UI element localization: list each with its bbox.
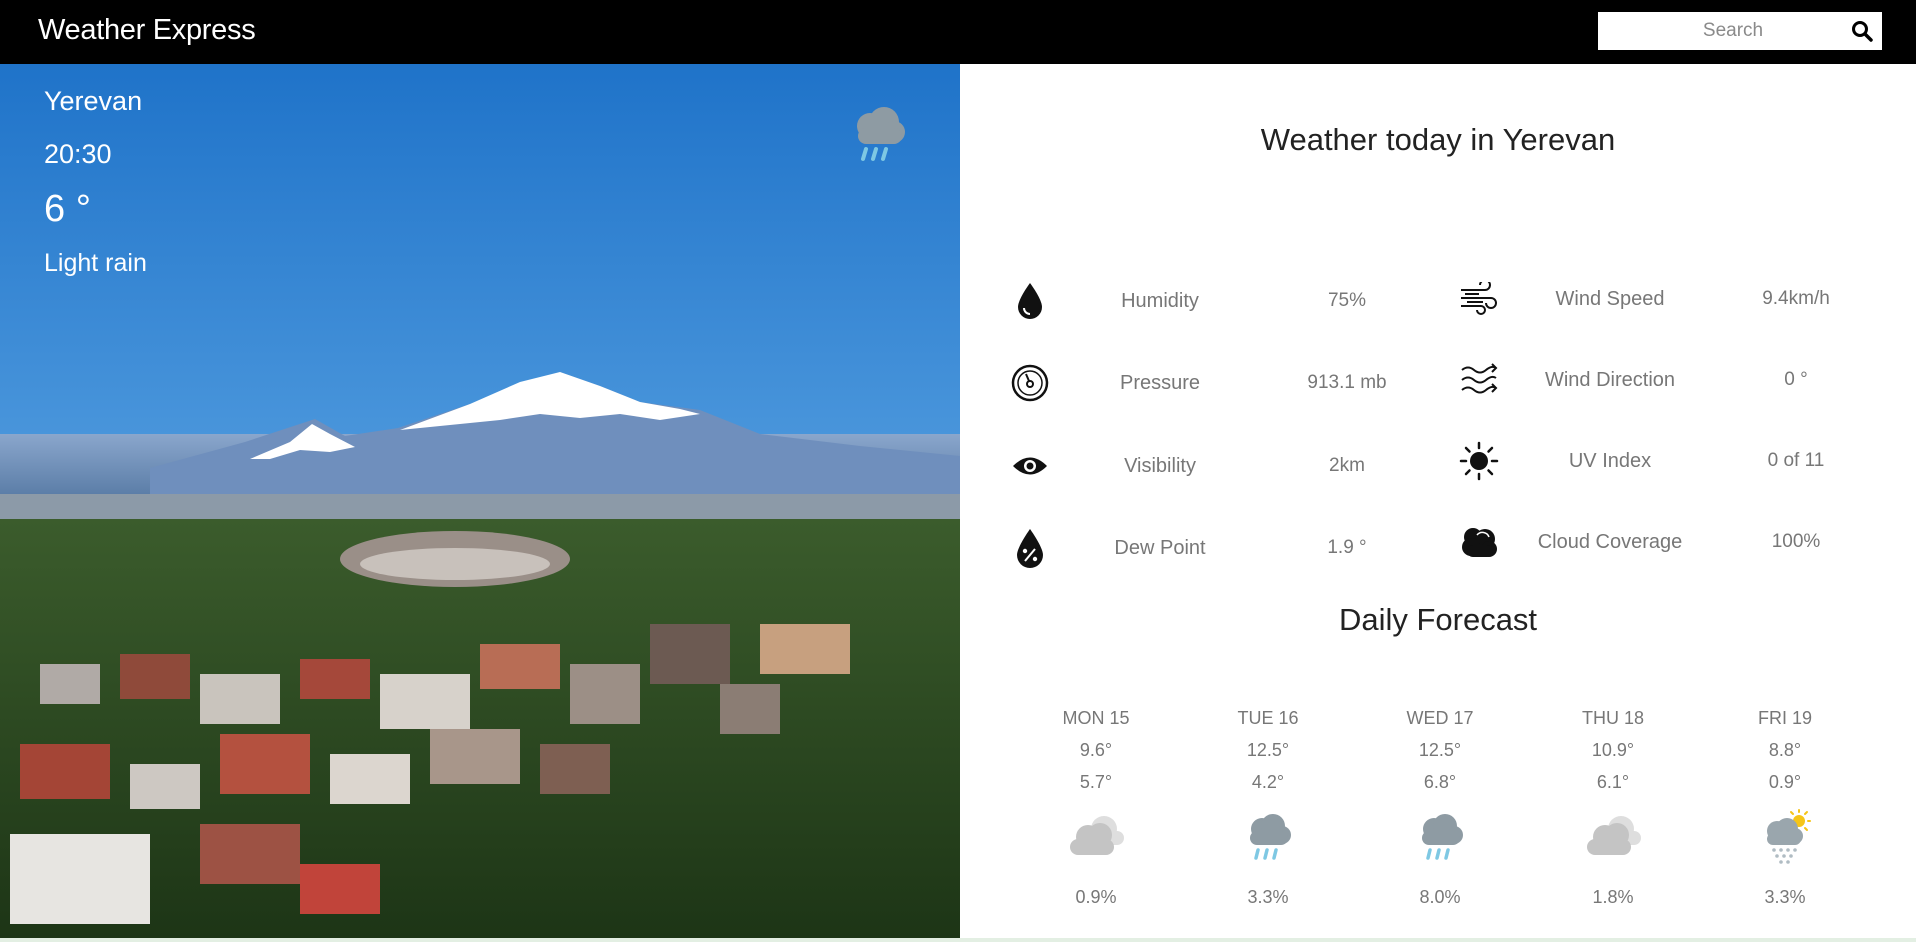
stat-value: 0 of 11 bbox=[1767, 450, 1825, 471]
forecast-precip: 8.0% bbox=[1419, 887, 1461, 907]
brand-logo[interactable]: Weather Express bbox=[38, 14, 256, 47]
stat-value: 913.1 mb bbox=[1307, 372, 1387, 393]
rain-cloud-icon bbox=[848, 104, 908, 171]
stat-value: 0 ° bbox=[1784, 369, 1808, 390]
forecast-day-name: THU 18 bbox=[1581, 708, 1644, 728]
stat-label: Visibility bbox=[1124, 454, 1196, 477]
forecast-day-name: FRI 19 bbox=[1757, 708, 1813, 728]
rain-cloud-icon bbox=[1408, 809, 1472, 865]
wind-icon bbox=[1457, 277, 1501, 321]
stat-value: 75% bbox=[1327, 290, 1367, 311]
forecast-high: 12.5° bbox=[1246, 740, 1290, 760]
daily-forecast-title: Daily Forecast bbox=[1338, 602, 1538, 637]
local-time: 20:30 bbox=[44, 139, 112, 169]
stat-label: Wind Direction bbox=[1544, 368, 1676, 391]
details-title: Weather today in Yerevan bbox=[1260, 122, 1616, 157]
page-bottom-border bbox=[0, 938, 1916, 942]
sun-icon bbox=[1457, 439, 1501, 483]
top-bar: Weather Express bbox=[0, 0, 1916, 64]
forecast-precip: 1.8% bbox=[1592, 887, 1634, 907]
cloudy-icon bbox=[1581, 809, 1645, 865]
dew-point-icon bbox=[1008, 526, 1052, 570]
forecast-day: WED 17 12.5° 6.8° 8.0% bbox=[1360, 708, 1520, 908]
snow-sun-icon bbox=[1753, 809, 1817, 865]
stat-label: Cloud Coverage bbox=[1537, 530, 1683, 553]
droplet-icon bbox=[1008, 279, 1052, 323]
city-name: Yerevan bbox=[44, 86, 143, 116]
wind-direction-icon bbox=[1457, 358, 1501, 402]
forecast-day: MON 15 9.6° 5.7° 0.9% bbox=[1016, 708, 1176, 908]
forecast-day-name: WED 17 bbox=[1406, 708, 1474, 728]
stat-value: 2km bbox=[1329, 455, 1365, 476]
search-icon[interactable] bbox=[1850, 19, 1874, 43]
stat-value: 9.4km/h bbox=[1762, 288, 1830, 309]
forecast-day-name: MON 15 bbox=[1062, 708, 1130, 728]
forecast-day-name: TUE 16 bbox=[1237, 708, 1299, 728]
stat-value: 100% bbox=[1771, 531, 1821, 552]
forecast-precip: 0.9% bbox=[1075, 887, 1117, 907]
cloudy-icon bbox=[1064, 809, 1128, 865]
cloud-icon bbox=[1457, 520, 1501, 564]
stat-label: Pressure bbox=[1119, 371, 1201, 394]
forecast-low: 6.8° bbox=[1423, 772, 1457, 792]
forecast-high: 9.6° bbox=[1079, 740, 1113, 760]
forecast-low: 4.2° bbox=[1251, 772, 1285, 792]
forecast-low: 6.1° bbox=[1596, 772, 1630, 792]
stat-value: 1.9 ° bbox=[1327, 537, 1367, 558]
forecast-high: 8.8° bbox=[1768, 740, 1802, 760]
rain-cloud-icon bbox=[1236, 809, 1300, 865]
forecast-day: THU 18 10.9° 6.1° 1.8% bbox=[1533, 708, 1693, 908]
stat-label: Humidity bbox=[1121, 289, 1199, 312]
search-box bbox=[1598, 12, 1882, 50]
forecast-precip: 3.3% bbox=[1247, 887, 1289, 907]
forecast-high: 12.5° bbox=[1418, 740, 1462, 760]
stat-label: UV Index bbox=[1568, 449, 1652, 472]
forecast-day: FRI 19 8.8° 0.9° 3.3% bbox=[1705, 708, 1865, 908]
forecast-day: TUE 16 12.5° 4.2° 3.3% bbox=[1188, 708, 1348, 908]
forecast-high: 10.9° bbox=[1591, 740, 1635, 760]
city-photo: Yerevan 20:30 6 ° Light rain bbox=[0, 64, 960, 938]
forecast-low: 5.7° bbox=[1079, 772, 1113, 792]
stat-label: Wind Speed bbox=[1555, 287, 1665, 310]
eye-icon bbox=[1008, 444, 1052, 488]
gauge-icon bbox=[1008, 361, 1052, 405]
current-weather-summary: Yerevan 20:30 6 ° Light rain bbox=[44, 86, 147, 278]
forecast-low: 0.9° bbox=[1768, 772, 1802, 792]
forecast-precip: 3.3% bbox=[1764, 887, 1806, 907]
stat-label: Dew Point bbox=[1114, 536, 1206, 559]
current-condition: Light rain bbox=[44, 249, 147, 277]
current-temperature: 6 ° bbox=[44, 188, 91, 230]
search-input[interactable] bbox=[1598, 13, 1838, 49]
weather-details-panel: Weather today in Yerevan Humidity 75% Pr… bbox=[960, 64, 1916, 938]
